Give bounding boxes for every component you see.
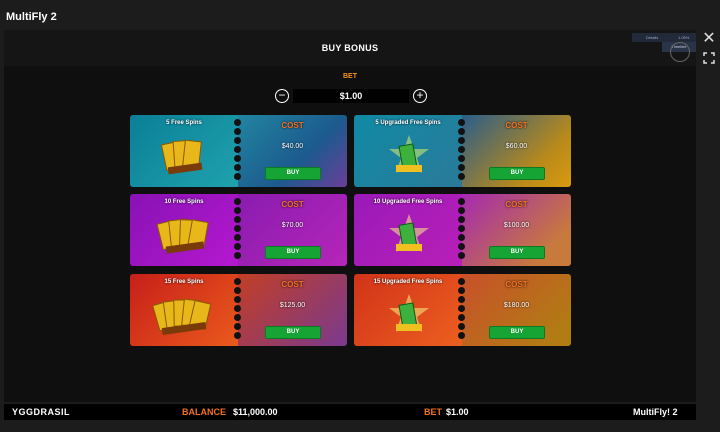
cost-value: $40.00 [281,143,304,150]
close-icon[interactable]: ✕ [702,31,716,47]
cost-label: COST [281,280,304,289]
balance-value: $11,000.00 [233,407,278,417]
bet-increase-button[interactable]: + [413,89,427,103]
cost-value: $180.00 [503,302,530,309]
modal-title: BUY BONUS [321,43,379,53]
cost-label: COST [505,200,528,209]
scatter-cards-icon [160,139,203,175]
wild-multiplier-icon [389,294,429,332]
bonus-card-5-free-spins: 5 Free Spins COST $40.00 BUY [130,115,347,187]
wild-multiplier-icon [389,135,429,173]
bonus-card-15-free-spins: 15 Free Spins COST $125.00 BUY [130,274,347,346]
cost-value: $125.00 [279,302,306,309]
debug-panel: Details 1.05% [632,33,696,42]
wild-multiplier-icon [389,214,429,252]
bet-decrease-button[interactable]: − [275,89,289,103]
scatter-cards-icon [152,298,212,336]
debug-value: 1.05% [678,35,690,40]
balance-label: BALANCE [182,407,226,417]
bonus-name: 15 Free Spins [164,279,204,285]
app-title: MultiFly 2 [6,11,57,23]
bonus-card-10-free-spins: 10 Free Spins COST $70.00 BUY [130,194,347,266]
bonus-card-15-upgraded-free-spins: 15 Upgraded Free Spins COST $180.00 BUY [354,274,571,346]
game-logo: MultiFly! 2 [633,407,678,417]
bonus-name: 10 Free Spins [164,199,204,205]
bet-status-value: $1.00 [446,407,469,417]
bet-status-label: BET [424,407,442,417]
cost-label: COST [505,121,528,130]
buy-button[interactable]: BUY [489,246,545,259]
debug-details[interactable]: Details [646,35,658,40]
buy-button[interactable]: BUY [265,326,321,339]
provider-logo: YGGDRASIL [12,407,71,417]
bonus-card-5-upgraded-free-spins: 5 Upgraded Free Spins COST $60.00 BUY [354,115,571,187]
bonus-name: 5 Upgraded Free Spins [375,120,441,126]
buy-button[interactable]: BUY [489,167,545,180]
buy-button[interactable]: BUY [265,246,321,259]
footer [0,420,720,432]
bonus-card-10-upgraded-free-spins: 10 Upgraded Free Spins COST $100.00 BUY [354,194,571,266]
bet-label: BET [343,73,357,80]
cost-label: COST [281,121,304,130]
title-bar: MultiFly 2 [0,0,720,30]
modal-close-circle[interactable] [670,42,690,62]
cost-value: $100.00 [503,222,530,229]
cost-value: $70.00 [281,222,304,229]
bonus-name: 15 Upgraded Free Spins [373,279,443,285]
game-area [4,30,696,402]
fullscreen-icon[interactable] [703,52,715,64]
buy-button[interactable]: BUY [265,167,321,180]
bonus-name: 5 Free Spins [166,120,202,126]
status-bar: YGGDRASIL BALANCE $11,000.00 BET $1.00 M… [4,404,696,420]
cost-label: COST [281,200,304,209]
scatter-cards-icon [156,218,209,254]
bonus-name: 10 Upgraded Free Spins [373,199,443,205]
bet-value: $1.00 [293,89,409,103]
modal-header: BUY BONUS [4,30,696,66]
buy-button[interactable]: BUY [489,326,545,339]
cost-label: COST [505,280,528,289]
bet-selector: − $1.00 + [275,88,427,104]
cost-value: $60.00 [505,143,528,150]
